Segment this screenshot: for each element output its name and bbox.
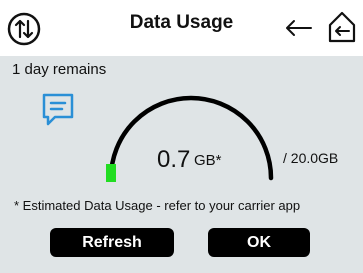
ok-button[interactable]: OK xyxy=(208,228,310,257)
used-unit: GB* xyxy=(194,152,222,169)
gauge-track xyxy=(108,95,274,181)
total-allowance: / 20.0GB xyxy=(283,150,339,166)
used-value: 0.7 xyxy=(157,146,191,173)
estimate-note: * Estimated Data Usage - refer to your c… xyxy=(14,198,301,213)
refresh-button[interactable]: Refresh xyxy=(50,228,174,257)
